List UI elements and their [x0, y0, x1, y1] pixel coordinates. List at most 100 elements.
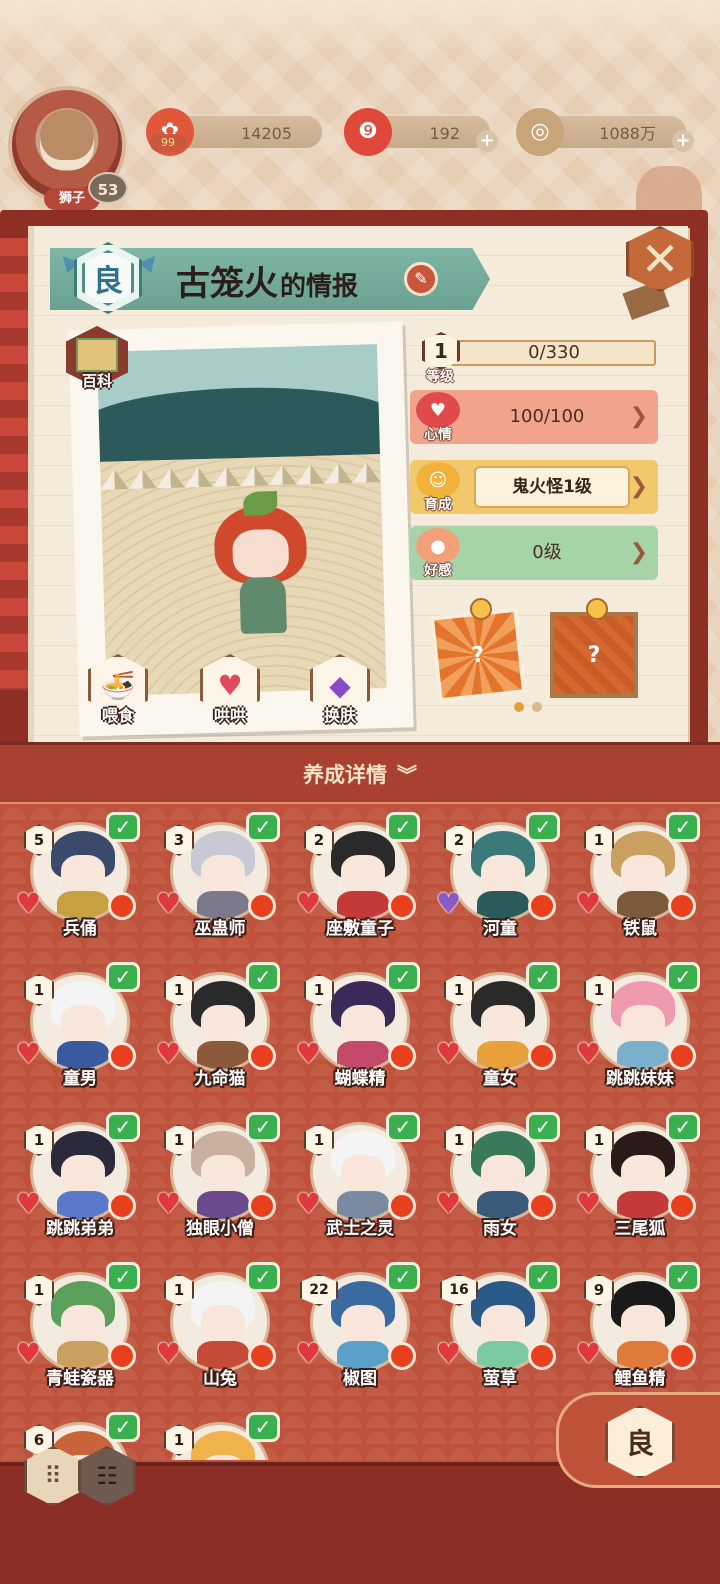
feed-button[interactable]: 🍜 喂食: [82, 654, 154, 730]
portrait-face: [61, 1155, 105, 1193]
character-name: 巫蛊师: [194, 919, 246, 939]
character-name: 独眼小僧: [186, 1219, 254, 1239]
character-name: 蝴蝶精: [334, 1069, 386, 1089]
character-card[interactable]: 1 ✓ ♥ 武士之灵: [290, 1110, 430, 1260]
character-card[interactable]: 1 ✓ ♥ 山兔: [150, 1260, 290, 1410]
sprite-body: [239, 576, 287, 635]
encyclopedia-label: 百科: [81, 372, 112, 390]
check-icon: ✓: [666, 812, 700, 842]
details-toggle[interactable]: 养成详情 ︾: [0, 742, 720, 802]
level-stat: 1 0/330 等级: [410, 332, 658, 386]
favor-value: 0级: [532, 542, 562, 563]
photo-scene: [97, 344, 387, 696]
add-gems-button[interactable]: +: [476, 130, 498, 152]
character-card[interactable]: 1 ✓ ♥ 铁鼠: [570, 810, 710, 960]
coax-button[interactable]: ♥ 哄哄: [194, 654, 266, 730]
character-card[interactable]: 22 ✓ ♥ 椒图: [290, 1260, 430, 1410]
character-card[interactable]: 1 ✓ ♥ 童女: [430, 960, 570, 1110]
edit-name-button[interactable]: ✎: [404, 262, 438, 296]
sprite-face: [232, 528, 290, 579]
chevron-down-icon: ︾: [397, 763, 417, 787]
character-card[interactable]: 1 ✓ ♥ 青蛙瓷器: [10, 1260, 150, 1410]
character-card[interactable]: 1 ✓ ♥: [150, 1410, 290, 1460]
mystery-reward-1[interactable]: ?: [429, 607, 527, 703]
character-name: 萤草: [483, 1369, 517, 1389]
character-grid: 5 ✓ ♥ 兵俑 3 ✓ ♥ 巫蛊师 2 ✓ ♥ 座敷童子 2 ✓ ♥ 河童 1…: [10, 810, 710, 1460]
character-card[interactable]: 1 ✓ ♥ 跳跳弟弟: [10, 1110, 150, 1260]
avatar-face: [40, 110, 94, 170]
check-icon: ✓: [666, 962, 700, 992]
mystery-reward-2[interactable]: ?: [550, 612, 638, 698]
character-card[interactable]: 9 ✓ ♥ 鲤鱼精: [570, 1260, 710, 1410]
portrait-face: [341, 1305, 385, 1343]
skin-button[interactable]: ◆ 换肤: [304, 654, 376, 730]
growth-stat[interactable]: ☺ 育成 鬼火怪1级 ❯: [410, 460, 658, 514]
character-card[interactable]: 2 ✓ ♥ 河童: [430, 810, 570, 960]
portrait-face: [481, 1305, 525, 1343]
character-card[interactable]: 1 ✓ ♥ 跳跳妹妹: [570, 960, 710, 1110]
rank-filter-label: 良: [605, 1405, 675, 1479]
portrait-face: [621, 1305, 665, 1343]
exp-text: 0/330: [528, 342, 580, 363]
character-card[interactable]: 16 ✓ ♥ 萤草: [430, 1260, 570, 1410]
check-icon: ✓: [246, 962, 280, 992]
character-card[interactable]: 1 ✓ ♥ 三尾狐: [570, 1110, 710, 1260]
encyclopedia-button[interactable]: 百科: [60, 326, 134, 398]
scene-hill: [97, 383, 387, 463]
character-sprite[interactable]: [213, 490, 309, 649]
smiley-icon: [586, 598, 608, 620]
check-icon: ✓: [246, 1112, 280, 1142]
check-icon: ✓: [246, 1262, 280, 1292]
character-card[interactable]: 1 ✓ ♥ 九命猫: [150, 960, 290, 1110]
character-name: 古笼火: [176, 264, 278, 304]
page-dots[interactable]: [514, 702, 542, 712]
character-name: 武士之灵: [326, 1219, 394, 1239]
character-name: 九命猫: [194, 1069, 246, 1089]
list-view-icon[interactable]: ☷: [78, 1446, 136, 1506]
character-card[interactable]: 3 ✓ ♥ 巫蛊师: [150, 810, 290, 960]
grid-view-icon[interactable]: ⠿: [24, 1446, 82, 1506]
character-card[interactable]: 1 ✓ ♥ 独眼小僧: [150, 1110, 290, 1260]
portrait-face: [621, 1155, 665, 1193]
rank-filter-button[interactable]: 良: [556, 1392, 720, 1488]
character-name: 跳跳妹妹: [606, 1069, 674, 1089]
chevron-right-icon: ❯: [629, 540, 648, 565]
character-name: 青蛙瓷器: [46, 1369, 114, 1389]
portrait-face: [201, 1155, 245, 1193]
chevron-right-icon: ❯: [629, 404, 648, 429]
portrait-face: [481, 1155, 525, 1193]
portrait-face: [61, 855, 105, 893]
coins-counter: ✿ 14205: [146, 108, 324, 156]
favor-label: 好感: [424, 563, 452, 579]
portrait-face: [621, 1005, 665, 1043]
check-icon: ✓: [106, 1412, 140, 1442]
view-toggle: ⠿ ☷: [20, 1446, 138, 1510]
page-dot[interactable]: [532, 702, 542, 712]
portrait-face: [341, 855, 385, 893]
portrait-face: [61, 1305, 105, 1343]
character-card[interactable]: 1 ✓ ♥ 蝴蝶精: [290, 960, 430, 1110]
check-icon: ✓: [666, 1112, 700, 1142]
add-money-button[interactable]: +: [672, 130, 694, 152]
coins-value: 14205: [241, 124, 292, 143]
character-name: 三尾狐: [614, 1219, 666, 1239]
character-card[interactable]: 5 ✓ ♥ 兵俑: [10, 810, 150, 960]
portrait-face: [201, 855, 245, 893]
favor-stat[interactable]: ● 好感 0级 ❯: [410, 526, 658, 580]
character-card[interactable]: 1 ✓ ♥ 雨女: [430, 1110, 570, 1260]
growth-label: 育成: [424, 497, 452, 513]
mood-stat[interactable]: ♥ 心情 100/100 ❯: [410, 390, 658, 444]
character-name: 座敷童子: [326, 919, 394, 939]
check-icon: ✓: [386, 1262, 420, 1292]
details-label: 养成详情: [303, 762, 387, 787]
check-icon: ✓: [106, 962, 140, 992]
character-card[interactable]: 2 ✓ ♥ 座敷童子: [290, 810, 430, 960]
portrait-face: [621, 855, 665, 893]
check-icon: ✓: [106, 1112, 140, 1142]
check-icon: ✓: [386, 962, 420, 992]
egg-favor-icon: ●: [416, 528, 460, 564]
character-card[interactable]: 1 ✓ ♥ 童男: [10, 960, 150, 1110]
mood-label: 心情: [424, 427, 452, 443]
check-icon: ✓: [246, 812, 280, 842]
page-dot[interactable]: [514, 702, 524, 712]
